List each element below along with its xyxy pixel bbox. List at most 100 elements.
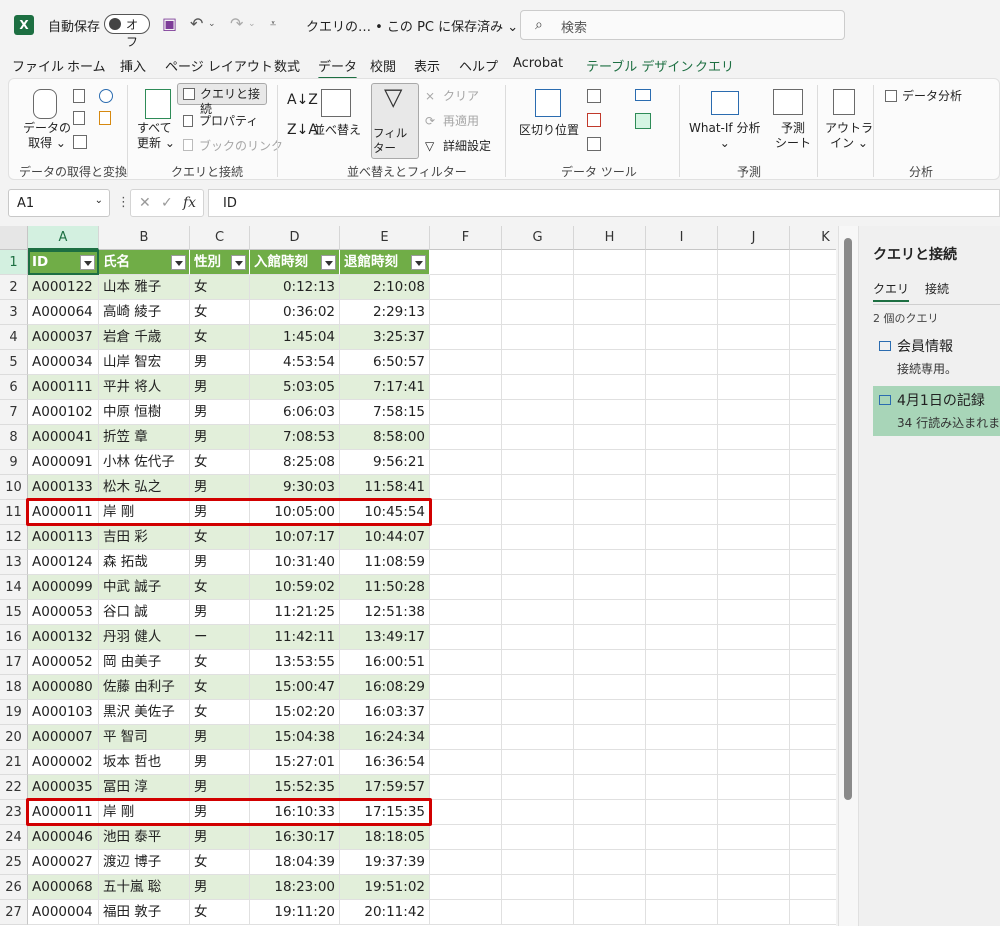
table-cell[interactable]: A000011 [28, 500, 99, 525]
outline-button[interactable]: アウトラ イン ⌄ [825, 121, 873, 151]
filter-dropdown-icon[interactable] [411, 255, 426, 270]
row-header[interactable]: 23 [0, 800, 28, 825]
undo-icon[interactable]: ↶ [190, 14, 203, 33]
properties-button[interactable]: プロパティ [199, 114, 258, 129]
forecast-sheet-button[interactable]: 予測 シート [775, 121, 811, 151]
table-cell[interactable]: 渡辺 博子 [99, 850, 190, 875]
chevron-down-icon[interactable]: ⌄ [95, 195, 103, 206]
empty-cell[interactable] [790, 550, 836, 575]
table-cell[interactable]: 小林 佐代子 [99, 450, 190, 475]
table-cell[interactable]: 男 [190, 825, 250, 850]
table-cell[interactable]: 2:10:08 [340, 275, 430, 300]
empty-cell[interactable] [718, 425, 790, 450]
table-cell[interactable]: 岸 剛 [99, 500, 190, 525]
table-cell[interactable]: 山本 雅子 [99, 275, 190, 300]
table-cell[interactable]: 6:50:57 [340, 350, 430, 375]
empty-cell[interactable] [790, 825, 836, 850]
table-cell[interactable]: 17:15:35 [340, 800, 430, 825]
table-cell[interactable]: 15:52:35 [250, 775, 340, 800]
row-header[interactable]: 5 [0, 350, 28, 375]
row-header[interactable]: 16 [0, 625, 28, 650]
query-item[interactable]: 会員情報 接続専用。 [873, 332, 1000, 382]
table-cell[interactable]: A000007 [28, 725, 99, 750]
column-header-h[interactable]: H [574, 226, 646, 250]
table-cell[interactable]: A000102 [28, 400, 99, 425]
empty-cell[interactable] [574, 525, 646, 550]
table-cell[interactable]: A000046 [28, 825, 99, 850]
empty-cell[interactable] [790, 325, 836, 350]
table-cell[interactable]: A000113 [28, 525, 99, 550]
empty-cell[interactable] [430, 625, 502, 650]
column-header-j[interactable]: J [718, 226, 790, 250]
row-header[interactable]: 12 [0, 525, 28, 550]
empty-cell[interactable] [718, 550, 790, 575]
empty-cell[interactable] [790, 700, 836, 725]
empty-cell[interactable] [646, 650, 718, 675]
pane-tab-connections[interactable]: 接続 [925, 280, 949, 297]
pane-tab-queries[interactable]: クエリ [873, 280, 910, 302]
table-cell[interactable]: 女 [190, 525, 250, 550]
table-cell[interactable]: 男 [190, 475, 250, 500]
filter-button[interactable]: ▽ フィルター [371, 83, 419, 159]
table-cell[interactable]: 女 [190, 450, 250, 475]
empty-cell[interactable] [502, 475, 574, 500]
table-cell[interactable]: A000027 [28, 850, 99, 875]
table-cell[interactable]: 11:42:11 [250, 625, 340, 650]
empty-cell[interactable] [574, 700, 646, 725]
empty-cell[interactable] [502, 400, 574, 425]
empty-cell[interactable] [646, 700, 718, 725]
table-cell[interactable]: 岩倉 千歳 [99, 325, 190, 350]
table-cell[interactable]: 15:04:38 [250, 725, 340, 750]
empty-cell[interactable] [718, 650, 790, 675]
table-cell[interactable]: 10:45:54 [340, 500, 430, 525]
table-cell[interactable]: A000132 [28, 625, 99, 650]
table-cell[interactable]: 15:27:01 [250, 750, 340, 775]
empty-cell[interactable] [430, 800, 502, 825]
table-header-cell[interactable]: 氏名 [99, 250, 190, 275]
empty-cell[interactable] [574, 900, 646, 925]
table-cell[interactable]: 18:23:00 [250, 875, 340, 900]
table-cell[interactable]: 9:30:03 [250, 475, 340, 500]
empty-cell[interactable] [646, 300, 718, 325]
empty-cell[interactable] [502, 500, 574, 525]
table-cell[interactable]: 黒沢 美佐子 [99, 700, 190, 725]
empty-cell[interactable] [502, 650, 574, 675]
table-cell[interactable]: 高崎 綾子 [99, 300, 190, 325]
empty-cell[interactable] [718, 850, 790, 875]
table-cell[interactable]: 平 智司 [99, 725, 190, 750]
row-header[interactable]: 26 [0, 875, 28, 900]
table-cell[interactable]: 坂本 哲也 [99, 750, 190, 775]
empty-cell[interactable] [790, 250, 836, 275]
recent-sources-icon[interactable] [99, 89, 113, 103]
table-cell[interactable]: 10:05:00 [250, 500, 340, 525]
empty-cell[interactable] [430, 475, 502, 500]
empty-cell[interactable] [430, 550, 502, 575]
empty-cell[interactable] [646, 900, 718, 925]
empty-cell[interactable] [430, 775, 502, 800]
table-cell[interactable]: 0:36:02 [250, 300, 340, 325]
empty-cell[interactable] [502, 450, 574, 475]
empty-cell[interactable] [430, 250, 502, 275]
advanced-filter-button[interactable]: 詳細設定 [443, 139, 491, 154]
row-header[interactable]: 9 [0, 450, 28, 475]
table-cell[interactable]: 五十嵐 聡 [99, 875, 190, 900]
relationships-icon[interactable] [635, 113, 651, 129]
table-cell[interactable]: 12:51:38 [340, 600, 430, 625]
empty-cell[interactable] [646, 625, 718, 650]
table-cell[interactable]: 16:08:29 [340, 675, 430, 700]
empty-cell[interactable] [790, 675, 836, 700]
tab-review[interactable]: 校閲 [370, 56, 396, 75]
table-header-cell[interactable]: 入館時刻 [250, 250, 340, 275]
column-header-e[interactable]: E [340, 226, 430, 250]
empty-cell[interactable] [646, 425, 718, 450]
empty-cell[interactable] [574, 575, 646, 600]
row-header[interactable]: 25 [0, 850, 28, 875]
empty-cell[interactable] [790, 275, 836, 300]
empty-cell[interactable] [718, 675, 790, 700]
empty-cell[interactable] [574, 425, 646, 450]
row-header[interactable]: 15 [0, 600, 28, 625]
table-cell[interactable]: 16:10:33 [250, 800, 340, 825]
empty-cell[interactable] [646, 575, 718, 600]
select-all-corner[interactable] [0, 226, 28, 250]
redo-dropdown-icon[interactable]: ⌄ [248, 19, 256, 29]
